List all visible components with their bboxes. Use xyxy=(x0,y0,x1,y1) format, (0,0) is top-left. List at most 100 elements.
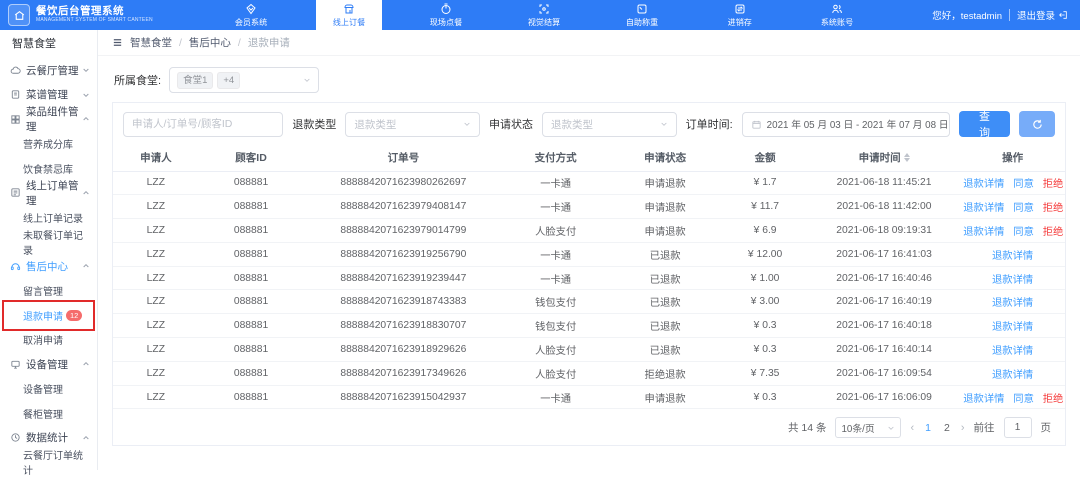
cell-applicant: LZZ xyxy=(113,218,199,243)
sidebar-item-dish-components[interactable]: 菜品组件管理 xyxy=(0,106,97,133)
cell-pay-method: 人脸支付 xyxy=(503,218,609,243)
cell-customer-id: 088881 xyxy=(198,361,304,386)
chevron-up-icon xyxy=(82,262,90,270)
refund-detail-link[interactable]: 退款详情 xyxy=(963,227,1004,238)
approve-link[interactable]: 同意 xyxy=(1013,203,1034,214)
cell-actions: 退款详情 同意 拒绝 xyxy=(960,171,1065,196)
nav-member-system[interactable]: 会员系统 xyxy=(218,0,284,30)
goto-page-input[interactable] xyxy=(1003,417,1032,439)
cell-status: 已退款 xyxy=(608,266,723,291)
refund-detail-link[interactable]: 退款详情 xyxy=(992,322,1033,333)
sort-icon[interactable] xyxy=(903,153,910,163)
refund-type-label: 退款类型 xyxy=(292,119,337,131)
nav-online-order[interactable]: 线上订餐 xyxy=(315,0,382,30)
table-row: LZZ 088881 8888842071623915042937 一卡通 申请… xyxy=(113,385,1065,410)
sidebar-item-cancel-request[interactable]: 取消申请 xyxy=(0,328,97,353)
refund-detail-link[interactable]: 退款详情 xyxy=(963,394,1004,405)
canteen-select[interactable]: 食堂1 +4 xyxy=(169,67,320,93)
cell-pay-method: 一卡通 xyxy=(503,242,609,267)
scan-eye-icon xyxy=(538,3,550,16)
cell-customer-id: 088881 xyxy=(198,218,304,243)
refund-detail-link[interactable]: 退款详情 xyxy=(992,298,1033,309)
col-customer-id: 顾客ID xyxy=(198,144,304,172)
sidebar-item-aftersale-center[interactable]: 售后中心 xyxy=(0,254,97,279)
breadcrumb-item[interactable]: 售后中心 xyxy=(189,35,231,50)
date-range-picker[interactable]: 2021 年 05 月 03 日 - 2021 年 07 月 08 日 xyxy=(741,111,950,137)
approve-link[interactable]: 同意 xyxy=(1013,227,1034,238)
nav-visual-checkout[interactable]: 视觉结算 xyxy=(511,0,577,30)
nav-inventory[interactable]: 进销存 xyxy=(707,0,773,30)
cell-time: 2021-06-18 09:19:31 xyxy=(807,218,961,243)
refund-detail-link[interactable]: 退款详情 xyxy=(992,346,1033,357)
sidebar-item-unclaimed-order-records[interactable]: 未取餐订单记录 xyxy=(0,230,97,257)
cell-pay-method: 一卡通 xyxy=(503,385,609,410)
refresh-button[interactable] xyxy=(1019,111,1055,137)
refund-detail-link[interactable]: 退款详情 xyxy=(992,251,1033,262)
search-button[interactable]: 查询 xyxy=(958,111,1011,139)
nav-label: 线上订餐 xyxy=(332,16,365,27)
sidebar-item-label: 数据统计 xyxy=(26,432,68,445)
chevron-up-icon xyxy=(82,360,90,368)
cell-amount: ¥ 12.00 xyxy=(722,242,808,267)
cell-time: 2021-06-17 16:41:03 xyxy=(807,242,961,267)
prev-page-button[interactable]: ‹ xyxy=(910,422,914,434)
sidebar-item-nutrition-lib[interactable]: 营养成分库 xyxy=(0,132,97,157)
cell-actions: 退款详情 xyxy=(960,289,1065,315)
sidebar-item-label: 未取餐订单记录 xyxy=(23,230,83,257)
cell-pay-method: 一卡通 xyxy=(503,194,609,220)
refund-detail-link[interactable]: 退款详情 xyxy=(963,203,1004,214)
page-number-1[interactable]: 1 xyxy=(923,422,933,434)
order-list-icon xyxy=(11,188,20,197)
cell-time: 2021-06-17 16:09:54 xyxy=(807,361,961,386)
sidebar-item-message-mgmt[interactable]: 留言管理 xyxy=(0,279,97,304)
refund-type-placeholder: 退款类型 xyxy=(354,118,397,131)
cell-applicant: LZZ xyxy=(113,242,199,267)
cell-applicant: LZZ xyxy=(113,171,199,196)
next-page-button[interactable]: › xyxy=(961,422,965,434)
cell-amount: ¥ 1.00 xyxy=(722,266,808,291)
sidebar-item-refund-request[interactable]: 退款申请 12 xyxy=(0,300,97,331)
refund-detail-link[interactable]: 退款详情 xyxy=(992,275,1033,286)
cell-customer-id: 088881 xyxy=(198,266,304,291)
cell-customer-id: 088881 xyxy=(198,313,304,339)
sidebar-item-cloud-canteen[interactable]: 云餐厅管理 xyxy=(0,58,97,83)
cell-status: 申请退款 xyxy=(608,171,723,196)
breadcrumb-item[interactable]: 智慧食堂 xyxy=(130,35,172,50)
approve-link[interactable]: 同意 xyxy=(1013,179,1034,190)
sidebar-item-cloud-canteen-order-stats[interactable]: 云餐厅订单统计 xyxy=(0,450,97,477)
nav-onsite-order[interactable]: 现场点餐 xyxy=(413,0,479,30)
chevron-down-icon xyxy=(887,424,895,432)
approve-link[interactable]: 同意 xyxy=(1013,394,1034,405)
refund-type-select[interactable]: 退款类型 xyxy=(345,111,480,137)
cell-amount: ¥ 0.3 xyxy=(722,313,808,339)
nav-self-weigh[interactable]: 自助称重 xyxy=(609,0,675,30)
cell-actions: 退款详情 xyxy=(960,313,1065,339)
reject-link[interactable]: 拒绝 xyxy=(1043,394,1064,405)
cell-customer-id: 088881 xyxy=(198,242,304,267)
apply-status-select[interactable]: 退款类型 xyxy=(541,111,677,137)
page-size-select[interactable]: 10条/页 xyxy=(835,417,902,439)
col-applicant: 申请人 xyxy=(113,144,199,172)
sidebar-item-cabinet-mgmt[interactable]: 餐柜管理 xyxy=(0,401,97,426)
collapse-menu-icon[interactable] xyxy=(112,37,123,48)
sidebar-item-device-mgmt[interactable]: 设备管理 xyxy=(0,377,97,402)
logout-button[interactable]: 退出登录 xyxy=(1017,8,1068,22)
reject-link[interactable]: 拒绝 xyxy=(1043,227,1064,238)
cell-order-no: 8888842071623919256790 xyxy=(303,242,504,267)
refund-detail-link[interactable]: 退款详情 xyxy=(992,370,1033,381)
reject-link[interactable]: 拒绝 xyxy=(1043,179,1064,190)
pagination: 共 14 条 10条/页 ‹ 1 2 › 前往 页 xyxy=(113,409,1065,439)
col-actions: 操作 xyxy=(960,144,1065,172)
reject-link[interactable]: 拒绝 xyxy=(1043,203,1064,214)
cell-customer-id: 088881 xyxy=(198,171,304,196)
cell-time: 2021-06-17 16:40:14 xyxy=(807,337,961,362)
cell-pay-method: 钱包支付 xyxy=(503,313,609,339)
sidebar-item-online-order-mgmt[interactable]: 线上订单管理 xyxy=(0,180,97,207)
cell-applicant: LZZ xyxy=(113,194,199,220)
keyword-input[interactable] xyxy=(132,118,275,130)
nav-system-account[interactable]: 系统账号 xyxy=(804,0,870,30)
table-row: LZZ 088881 8888842071623980262697 一卡通 申请… xyxy=(113,171,1065,196)
page-number-2[interactable]: 2 xyxy=(942,422,952,434)
refund-detail-link[interactable]: 退款详情 xyxy=(963,179,1004,190)
sidebar-item-device-mgmt-group[interactable]: 设备管理 xyxy=(0,352,97,377)
